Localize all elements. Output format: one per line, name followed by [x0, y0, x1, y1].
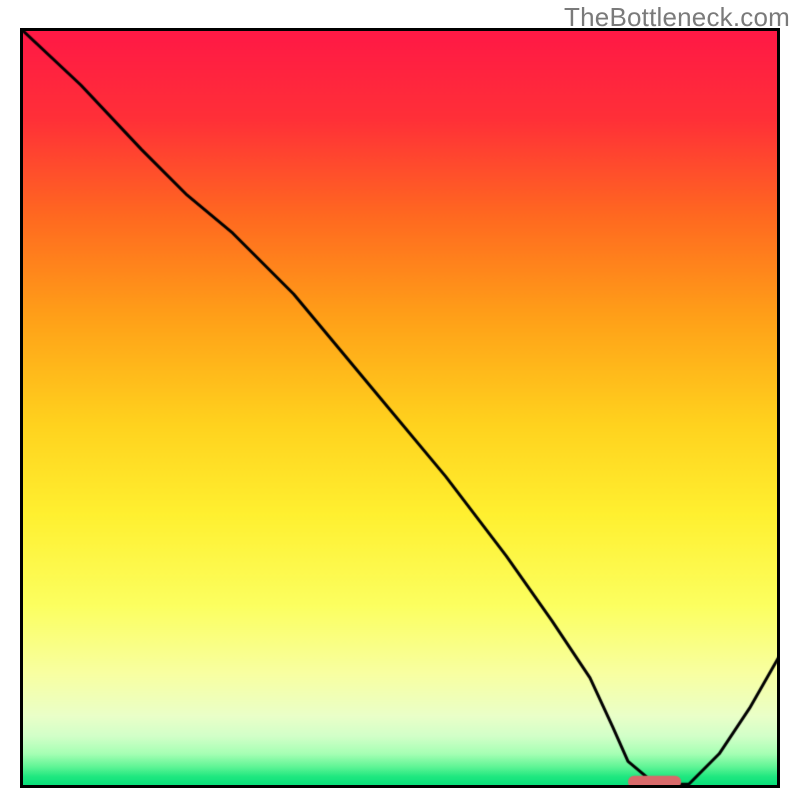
watermark-text: TheBottleneck.com	[564, 2, 790, 33]
chart-canvas	[20, 28, 780, 788]
chart-root: TheBottleneck.com	[0, 0, 800, 800]
plot-area	[20, 28, 780, 788]
